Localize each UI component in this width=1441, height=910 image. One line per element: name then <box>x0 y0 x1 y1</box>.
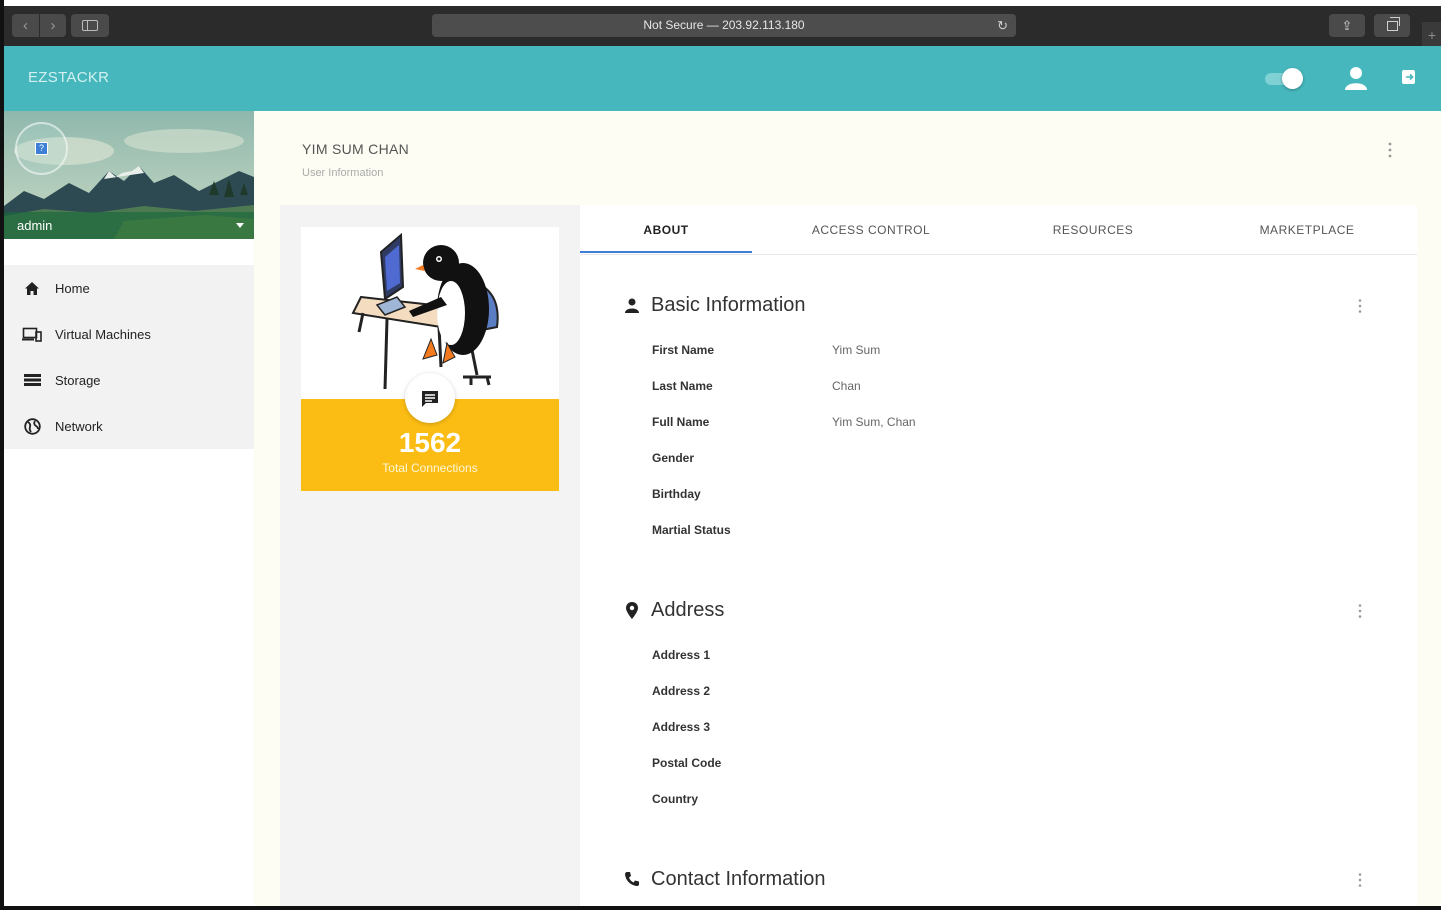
sidebar-item-label: Virtual Machines <box>55 326 151 342</box>
sidebar-item-label: Storage <box>55 372 101 388</box>
connections-label: Total Connections <box>382 461 478 475</box>
contact-information-menu[interactable] <box>1356 872 1364 888</box>
field-label: Country <box>652 792 698 806</box>
logout-icon <box>1402 70 1415 84</box>
sidebar-nav: Home Virtual Machines Storage Network <box>4 265 254 449</box>
sidebar-item-network[interactable]: Network <box>4 403 254 449</box>
active-tab-indicator <box>580 251 752 253</box>
back-icon: ‹ <box>23 17 28 34</box>
section-title: Contact Information <box>651 867 826 890</box>
address-bar[interactable]: Not Secure — 203.92.113.180 ↻ <box>432 14 1016 37</box>
browser-nav-group: ‹ › <box>12 14 66 37</box>
page-more-menu[interactable] <box>1384 141 1396 159</box>
field-label: First Name <box>652 343 715 357</box>
profile-banner: ? admin <box>4 111 254 239</box>
profile-card: 1562 Total Connections <box>301 227 559 491</box>
new-tab-button[interactable]: + <box>1422 22 1441 48</box>
sidebar-item-virtual-machines[interactable]: Virtual Machines <box>4 311 254 357</box>
address-text: Not Secure — 203.92.113.180 <box>643 18 805 32</box>
devices-icon <box>22 325 42 343</box>
field-label: Birthday <box>652 487 701 501</box>
more-vert-icon <box>1358 299 1362 313</box>
field-label: Postal Code <box>652 756 722 770</box>
contact-information-header: Contact Information <box>623 866 826 892</box>
toggle-knob <box>1282 68 1303 89</box>
user-details-panel: ABOUT ACCESS CONTROL RESOURCES MARKETPLA… <box>580 205 1417 910</box>
page-title: YIM SUM CHAN <box>302 141 410 157</box>
address-header: Address <box>623 597 724 623</box>
profile-panel: 1562 Total Connections <box>280 205 580 910</box>
person-icon <box>623 296 641 314</box>
reload-icon[interactable]: ↻ <box>997 14 1008 37</box>
sidebar-item-label: Home <box>55 280 90 296</box>
page-subtitle: User Information <box>302 167 384 179</box>
broken-image-icon: ? <box>35 142 48 155</box>
storage-list-icon <box>22 371 42 389</box>
show-tabs-button[interactable] <box>1374 14 1410 37</box>
more-vert-icon <box>1388 142 1392 158</box>
field-label: Gender <box>652 451 695 465</box>
section-title: Address <box>651 598 725 621</box>
share-button[interactable]: ⇪ <box>1329 14 1365 37</box>
avatar[interactable]: ? <box>15 122 68 175</box>
field-label: Address 3 <box>652 720 711 734</box>
message-button[interactable] <box>405 373 455 423</box>
browser-toolbar: ‹ › Not Secure — 203.92.113.180 ↻ ⇪ + <box>4 6 1441 48</box>
location-pin-icon <box>623 601 641 619</box>
user-profile-button[interactable] <box>1344 65 1368 91</box>
field-label: Full Name <box>652 415 710 429</box>
tab-access-control[interactable]: ACCESS CONTROL <box>790 205 952 255</box>
address-menu[interactable] <box>1356 603 1364 619</box>
chevron-down-icon <box>236 223 244 228</box>
forward-button[interactable]: › <box>39 14 66 37</box>
field-value: Yim Sum, Chan <box>832 415 916 429</box>
logout-button[interactable] <box>1401 69 1417 85</box>
home-icon <box>22 279 42 297</box>
sidebar-item-label: Network <box>55 418 103 434</box>
field-label: Martial Status <box>652 523 731 537</box>
basic-information-header: Basic Information <box>623 292 806 318</box>
tab-about[interactable]: ABOUT <box>580 205 752 255</box>
username-label: admin <box>17 218 53 233</box>
plus-icon: + <box>1427 27 1437 43</box>
forward-icon: › <box>50 17 56 34</box>
brand-logo-text[interactable]: EZSTACKR <box>28 69 109 86</box>
user-icon <box>1345 67 1367 90</box>
browser-sidebar-button[interactable] <box>71 14 109 37</box>
main-content: YIM SUM CHAN User Information 1562 Total… <box>254 111 1441 910</box>
chat-icon <box>422 390 438 407</box>
section-title: Basic Information <box>651 293 806 316</box>
back-button[interactable]: ‹ <box>12 14 39 37</box>
more-vert-icon <box>1358 873 1362 887</box>
field-label: Address 2 <box>652 684 711 698</box>
user-dropdown[interactable]: admin <box>4 212 254 239</box>
more-vert-icon <box>1358 604 1362 618</box>
field-label: Last Name <box>652 379 713 393</box>
window-frame-bottom <box>0 906 1441 910</box>
field-value: Yim Sum <box>832 343 881 357</box>
window-frame-left <box>0 0 4 910</box>
theme-toggle[interactable] <box>1265 68 1303 89</box>
field-value: Chan <box>832 379 861 393</box>
connections-count: 1562 <box>398 427 462 458</box>
field-label: Address 1 <box>652 648 711 662</box>
tab-bar: ABOUT ACCESS CONTROL RESOURCES MARKETPLA… <box>580 205 1417 255</box>
sidebar-panel-icon <box>82 20 98 31</box>
tabs-icon <box>1386 16 1400 31</box>
app-header: EZSTACKR <box>4 46 1441 111</box>
tab-resources[interactable]: RESOURCES <box>1020 205 1166 255</box>
share-icon: ⇪ <box>1341 17 1353 33</box>
basic-information-menu[interactable] <box>1356 298 1364 314</box>
sidebar: ? admin Home Virtual Machines Storage Ne… <box>4 111 254 910</box>
sidebar-item-home[interactable]: Home <box>4 265 254 311</box>
sidebar-item-storage[interactable]: Storage <box>4 357 254 403</box>
tab-marketplace[interactable]: MARKETPLACE <box>1234 205 1380 255</box>
globe-icon <box>22 417 42 435</box>
phone-icon <box>623 870 641 888</box>
